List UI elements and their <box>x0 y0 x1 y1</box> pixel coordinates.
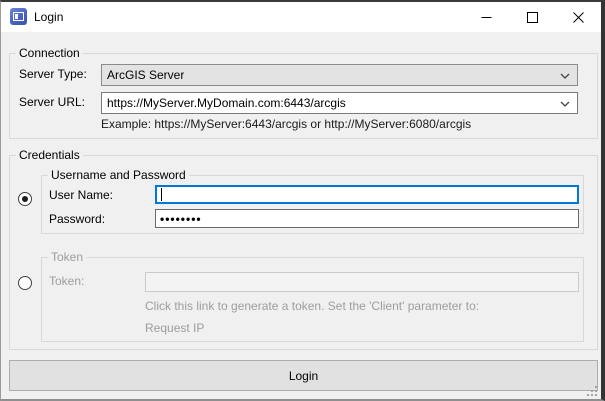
connection-group-label: Connection <box>16 46 83 60</box>
server-type-label: Server Type: <box>19 67 87 81</box>
server-type-dropdown[interactable]: ArcGIS Server <box>101 64 578 86</box>
request-ip-link[interactable]: Request IP <box>145 321 204 335</box>
form-icon <box>10 8 27 25</box>
server-url-value: https://MyServer.MyDomain.com:6443/arcgi… <box>107 96 346 110</box>
login-button[interactable]: Login <box>9 360 598 391</box>
username-password-radio[interactable] <box>18 192 32 206</box>
server-url-label: Server URL: <box>19 95 85 109</box>
window-title: Login <box>34 10 63 24</box>
login-window: Login Connection Server Type: ArcGIS Ser… <box>0 0 605 401</box>
resize-grip[interactable] <box>587 386 599 398</box>
login-button-label: Login <box>289 369 318 383</box>
minimize-icon <box>481 12 492 23</box>
token-group-label: Token <box>48 250 86 264</box>
title-bar: Login <box>1 2 601 32</box>
minimize-button[interactable] <box>463 2 509 32</box>
password-label: Password: <box>49 212 105 226</box>
user-name-input[interactable] <box>155 185 579 204</box>
server-url-combobox[interactable]: https://MyServer.MyDomain.com:6443/arcgi… <box>101 92 578 114</box>
close-icon <box>573 12 584 23</box>
token-label: Token: <box>49 274 84 288</box>
token-input <box>145 272 579 292</box>
username-password-group-label: Username and Password <box>48 168 189 182</box>
password-input[interactable]: •••••••• <box>155 209 579 228</box>
form-icon-bar <box>15 14 18 19</box>
maximize-button[interactable] <box>509 2 555 32</box>
chevron-down-icon <box>560 101 570 107</box>
token-hint-label: Click this link to generate a token. Set… <box>145 299 479 313</box>
chevron-down-icon <box>560 73 570 79</box>
window-controls <box>463 2 601 32</box>
server-url-example-label: Example: https://MyServer:6443/arcgis or… <box>101 117 471 131</box>
credentials-group-label: Credentials <box>16 148 83 162</box>
resize-grip-dots <box>587 386 589 388</box>
maximize-icon <box>527 12 538 23</box>
token-radio[interactable] <box>18 276 32 290</box>
close-button[interactable] <box>555 2 601 32</box>
server-type-value: ArcGIS Server <box>107 68 184 82</box>
user-name-label: User Name: <box>49 188 113 202</box>
password-masked-value: •••••••• <box>160 214 202 224</box>
text-caret <box>161 188 162 201</box>
